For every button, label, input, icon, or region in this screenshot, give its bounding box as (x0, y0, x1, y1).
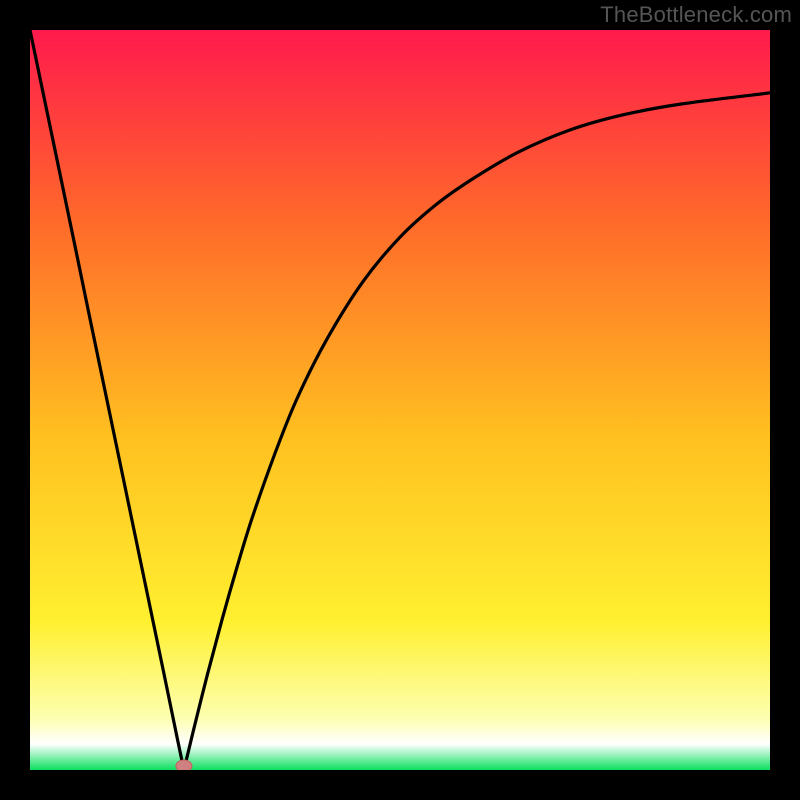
gradient-background (30, 30, 770, 770)
chart-container: TheBottleneck.com (0, 0, 800, 800)
bottleneck-chart (30, 30, 770, 770)
attribution-label: TheBottleneck.com (600, 2, 792, 28)
optimal-marker (176, 760, 192, 770)
plot-area (30, 30, 770, 770)
